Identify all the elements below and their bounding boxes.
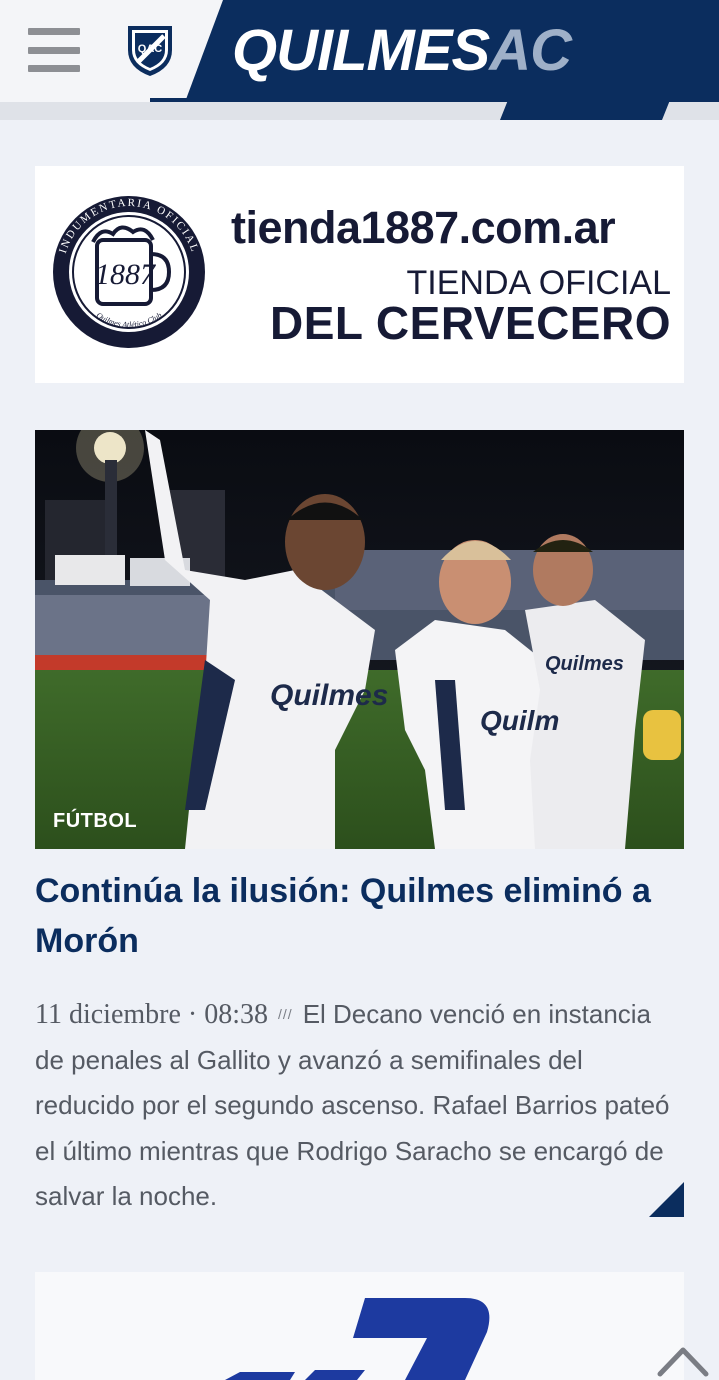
hamburger-menu-icon[interactable] (28, 28, 80, 72)
store-logo-icon: INDUMENTARIA OFICIAL Quilmes Atlético Cl… (53, 196, 205, 348)
meta-separator: /// (278, 1006, 293, 1022)
article-excerpt: 11 diciembre · 08:38 ///El Decano venció … (35, 992, 684, 1220)
site-header: QAC QUILMESAC (0, 0, 719, 120)
chevron-up-icon[interactable] (654, 1340, 712, 1380)
crest-text: QAC (138, 43, 163, 55)
article-photo[interactable]: Quilmes Quilm Quilmes FÚTBOL (35, 430, 684, 849)
celebration-photo-image: Quilmes Quilm Quilmes (35, 430, 684, 849)
article-date: 11 diciembre · 08:38 (35, 999, 269, 1030)
sponsor-logo-icon (225, 1298, 490, 1380)
svg-text:Quilm: Quilm (480, 705, 559, 736)
sponsor-ad-banner[interactable] (35, 1272, 684, 1380)
article-summary: El Decano venció en instancia de penales… (35, 999, 670, 1211)
article-headline[interactable]: Continúa la ilusión: Quilmes eliminó a M… (35, 866, 684, 966)
svg-text:Quilmes: Quilmes (270, 679, 388, 712)
svg-text:Quilmes: Quilmes (545, 653, 624, 675)
brand-primary: QUILMES (232, 18, 490, 83)
brand-secondary: AC (489, 18, 572, 83)
logo-number: 1887 (95, 258, 157, 291)
site-logo[interactable]: QUILMESAC (232, 16, 572, 86)
ad-tagline-2: DEL CERVECERO (269, 297, 671, 349)
ad-url: tienda1887.com.ar (231, 202, 616, 253)
header-brand-tab (500, 100, 670, 120)
article-category-label[interactable]: FÚTBOL (53, 810, 137, 833)
club-crest-icon[interactable]: QAC (124, 22, 176, 78)
store-ad-banner[interactable]: INDUMENTARIA OFICIAL Quilmes Atlético Cl… (35, 166, 684, 383)
